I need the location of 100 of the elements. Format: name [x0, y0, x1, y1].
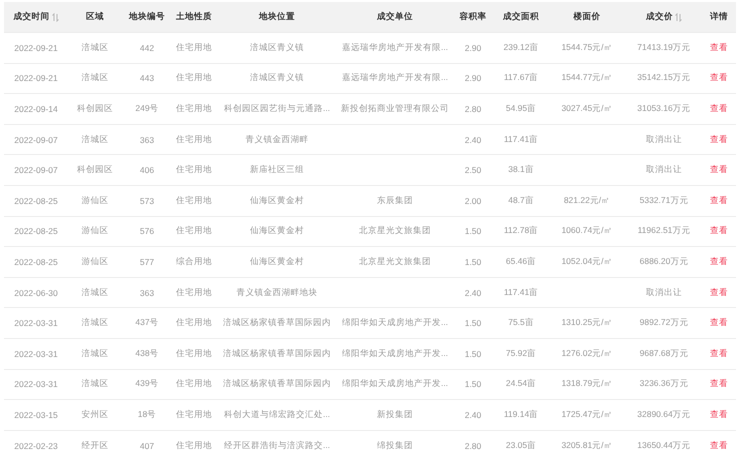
table-cell: 绵阳华如天成房地产开发...	[342, 348, 448, 360]
table-cell: 2022-09-07	[14, 165, 58, 176]
table-cell: 24.54亩	[506, 378, 536, 390]
table-cell: 2022-09-21	[14, 73, 58, 84]
table-cell: 5332.71万元	[640, 194, 688, 207]
table-cell: 2022-09-14	[14, 104, 58, 114]
table-cell: 住宅用地	[176, 286, 212, 299]
table-cell: 科创园区园艺街与元通路...	[224, 102, 330, 115]
table-cell: 住宅用地	[176, 102, 212, 115]
view-link[interactable]: 查看	[710, 72, 728, 84]
table-cell: 65.46亩	[506, 256, 536, 268]
table-cell: 1052.04元/㎡	[561, 256, 613, 268]
table-cell: 新投创拓商业管理有限公司	[341, 102, 449, 115]
view-link[interactable]: 查看	[710, 378, 728, 390]
table-cell: 1.50	[464, 318, 482, 328]
table-cell: 科创园区	[77, 164, 113, 176]
table-cell: 821.22元/㎡	[564, 194, 610, 207]
table-cell: 117.41亩	[504, 286, 538, 299]
table-cell: 经开区	[82, 440, 108, 452]
table-cell: 18号	[138, 408, 156, 421]
table-cell: 住宅用地	[176, 225, 212, 238]
table-cell: 东辰集团	[377, 194, 413, 207]
table-cell: 48.7亩	[508, 194, 534, 207]
table-cell: 游仙区	[82, 256, 108, 268]
view-link[interactable]: 查看	[710, 134, 728, 146]
column-header: 地块编号	[129, 11, 165, 23]
view-link[interactable]: 查看	[710, 408, 728, 421]
view-link[interactable]: 查看	[710, 225, 728, 238]
view-link[interactable]: 查看	[710, 348, 728, 360]
table-cell: 嘉远瑞华房地产开发有限...	[342, 42, 448, 54]
table-cell: 住宅用地	[176, 164, 212, 176]
view-link[interactable]: 查看	[710, 164, 728, 176]
table-cell: 住宅用地	[176, 378, 212, 390]
table-cell: 75.92亩	[506, 348, 536, 360]
table-cell: 2022-09-21	[14, 42, 58, 53]
table-cell: 442	[140, 42, 154, 53]
table-cell: 仙海区黄金村	[250, 194, 304, 207]
table-cell: 112.78亩	[504, 225, 538, 238]
table-cell: 2022-08-25	[14, 256, 58, 267]
table-cell: 13650.44万元	[637, 440, 691, 452]
table-cell: 涪城区杨家镇香草国际园内	[223, 378, 331, 390]
table-cell: 2.50	[464, 165, 482, 176]
table-cell: 1.50	[464, 256, 482, 267]
view-link[interactable]: 查看	[710, 317, 728, 330]
table-cell: 3236.36万元	[640, 378, 688, 390]
table-cell: 9687.68万元	[640, 348, 688, 360]
table-cell: 涪城区	[82, 134, 108, 146]
column-header: 成交时间	[14, 11, 50, 23]
table-cell: 2022-08-25	[14, 196, 58, 206]
view-link[interactable]: 查看	[710, 286, 728, 299]
table-cell: 2022-03-31	[14, 379, 58, 390]
table-cell: 涪城区杨家镇香草国际园内	[223, 317, 331, 330]
table-cell: 11962.51万元	[638, 225, 690, 238]
column-header: 成交单位	[377, 11, 413, 23]
table-cell: 576	[140, 226, 154, 236]
table-cell: 北京星光文旅集团	[359, 256, 431, 268]
table-cell: 综合用地	[176, 256, 212, 268]
sort-icon[interactable]	[52, 12, 58, 22]
table-cell: 1310.25元/㎡	[561, 317, 613, 330]
table-cell: 取消出让	[646, 134, 682, 146]
table-cell: 119.14亩	[504, 408, 538, 421]
table-cell: 9892.72万元	[640, 317, 688, 330]
table-cell: 2022-03-31	[14, 318, 58, 328]
table-cell: 仙海区黄金村	[250, 256, 304, 268]
table-cell: 443	[140, 73, 154, 84]
table-cell: 2.40	[464, 134, 482, 145]
table-cell: 涪城区	[82, 72, 108, 84]
table-cell: 1544.75元/㎡	[561, 42, 613, 54]
table-cell: 住宅用地	[176, 317, 212, 330]
table-cell: 439号	[135, 378, 159, 390]
table-cell: 2022-09-07	[14, 134, 58, 145]
table-cell: 涪城区	[82, 378, 108, 390]
table-cell: 住宅用地	[176, 72, 212, 84]
table-cell: 363	[140, 134, 154, 145]
view-link[interactable]: 查看	[710, 256, 728, 268]
table-cell: 1318.79元/㎡	[561, 378, 613, 390]
column-header: 区域	[86, 11, 104, 23]
table-cell: 71413.19万元	[637, 42, 691, 54]
table-cell: 2022-03-15	[14, 410, 58, 420]
sort-icon[interactable]	[675, 12, 682, 22]
table-cell: 2022-08-25	[14, 226, 58, 236]
table-cell: 2.80	[464, 104, 482, 114]
table-cell: 涪城区	[82, 348, 108, 360]
table-cell: 2.90	[464, 73, 482, 84]
table-cell: 2.40	[464, 288, 482, 298]
table-cell: 2022-06-30	[14, 288, 58, 298]
table-cell: 31053.16万元	[637, 102, 691, 115]
table-cell: 涪城区青义镇	[250, 72, 304, 84]
table-cell: 2.40	[464, 410, 482, 420]
view-link[interactable]: 查看	[710, 440, 728, 452]
table-cell: 38.1亩	[508, 164, 534, 176]
table-cell: 573	[140, 196, 154, 206]
table-cell: 绵阳华如天成房地产开发...	[342, 378, 448, 390]
view-link[interactable]: 查看	[710, 102, 728, 115]
column-header: 成交价	[646, 11, 673, 23]
table-cell: 涪城区杨家镇香草国际园内	[223, 348, 331, 360]
view-link[interactable]: 查看	[710, 194, 728, 207]
table-cell: 1060.74元/㎡	[561, 225, 613, 238]
view-link[interactable]: 查看	[710, 42, 728, 54]
table-cell: 住宅用地	[176, 194, 212, 207]
